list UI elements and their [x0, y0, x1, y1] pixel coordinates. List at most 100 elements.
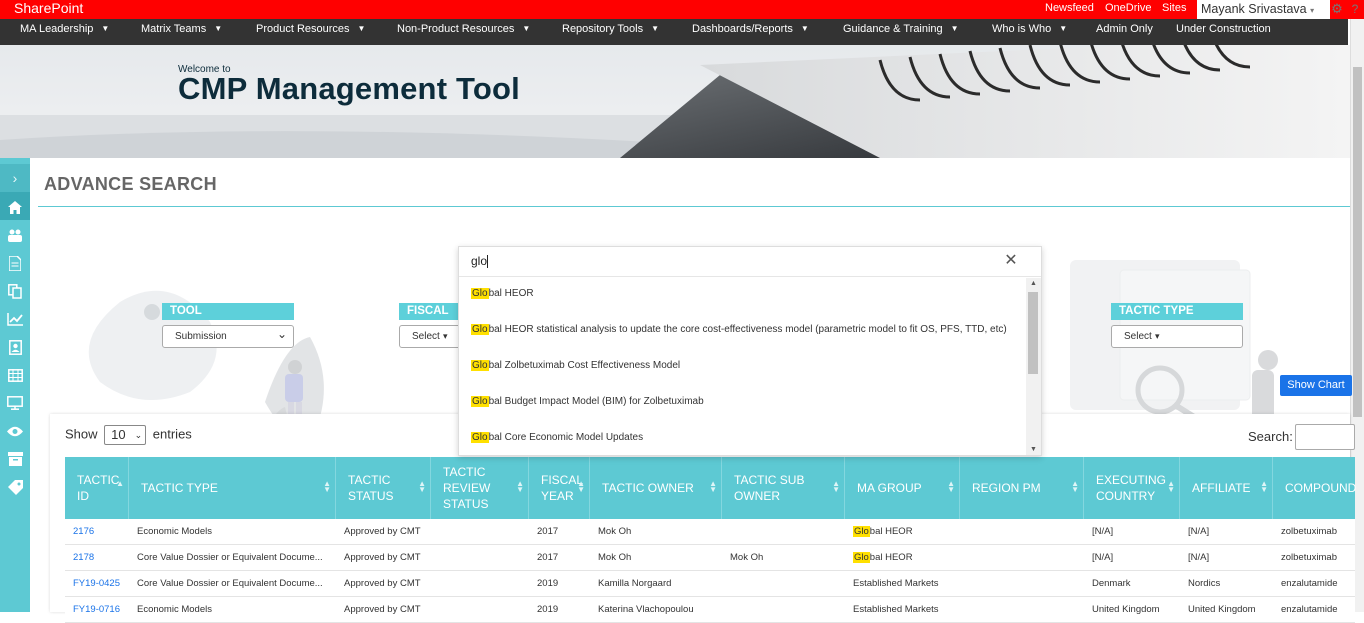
col-tactic-id[interactable]: TACTIC ID ▲ — [65, 457, 129, 519]
table-row[interactable]: FY19-0425 Core Value Dossier or Equivale… — [65, 571, 1355, 597]
top-navigation: MA Leadership ▼ Matrix Teams ▼ Product Res… — [0, 19, 1348, 45]
users-icon[interactable] — [0, 220, 30, 248]
table-icon[interactable] — [0, 360, 30, 388]
monitor-icon[interactable] — [0, 388, 30, 416]
user-menu[interactable]: Mayank Srivastava ▾ — [1197, 0, 1330, 19]
nav-product-resources[interactable]: Product Resources ▼ — [256, 19, 365, 40]
scroll-up-icon[interactable]: ▲ — [1026, 280, 1041, 287]
autocomplete-option[interactable]: Global Zolbetuximab Cost Effectiveness M… — [459, 348, 1025, 384]
archive-icon[interactable] — [0, 444, 30, 472]
tactic-id-link[interactable]: 2178 — [65, 545, 129, 571]
entries-label: entries — [152, 426, 192, 442]
nav-guidance-training[interactable]: Guidance & Training ▼ — [843, 19, 959, 40]
match-highlight: Glo — [471, 432, 489, 443]
ma-group-cell: Established Markets — [853, 578, 939, 589]
col-label: TACTIC TYPE — [141, 481, 218, 495]
tag-icon[interactable] — [0, 472, 30, 500]
col-region-pm[interactable]: REGION PM ▲ ▼ — [960, 457, 1084, 519]
close-icon[interactable]: ✕ — [1003, 253, 1019, 269]
nav-under-construction[interactable]: Under Construction — [1176, 19, 1271, 40]
col-tactic-owner[interactable]: TACTIC OWNER ▲ ▼ — [590, 457, 722, 519]
gear-icon[interactable]: ⚙ — [1328, 0, 1346, 19]
table-row[interactable]: 2176 Economic Models Approved by CMT 201… — [65, 519, 1355, 545]
help-icon[interactable]: ? — [1346, 0, 1364, 19]
scroll-down-icon[interactable]: ▼ — [1026, 446, 1041, 453]
search-query: glo — [471, 254, 488, 268]
sites-link[interactable]: Sites — [1162, 0, 1186, 17]
tactic-type-cell: Economic Models — [137, 604, 212, 615]
ma-group-cell: Established Markets — [853, 604, 939, 615]
autocomplete-option[interactable]: Global HEOR statistical analysis to upda… — [459, 312, 1025, 348]
affiliate-cell: United Kingdom — [1188, 604, 1256, 615]
col-fiscal-year[interactable]: FISCAL YEAR ▲ ▼ — [529, 457, 590, 519]
entries-select[interactable]: 10 ⌄ — [104, 425, 147, 445]
nav-matrix-teams[interactable]: Matrix Teams ▼ — [141, 19, 222, 40]
dropdown-icon: ▼ — [1059, 24, 1068, 33]
autocomplete-option[interactable]: Global Core Economic Model Updates — [459, 420, 1025, 456]
affiliate-cell: [N/A] — [1188, 526, 1210, 537]
executing-country-cell: United Kingdom — [1092, 604, 1160, 615]
autocomplete-scrollbar[interactable]: ▲ ▼ — [1026, 278, 1041, 455]
cell-text: bal HEOR — [869, 526, 913, 537]
show-entries-control: Show 10 ⌄ entries — [65, 425, 192, 445]
table-row[interactable]: FY19-0716 Economic Models Approved by CM… — [65, 597, 1355, 623]
dropdown-icon: ▼ — [522, 24, 531, 33]
dropdown-icon: ▼ — [357, 24, 366, 33]
col-tactic-type[interactable]: TACTIC TYPE ▲ ▼ — [129, 457, 336, 519]
tactic-id-link[interactable]: FY19-0716 — [65, 597, 129, 623]
autocomplete-option[interactable]: Global Budget Impact Model (BIM) for Zol… — [459, 384, 1025, 420]
nav-who-is-who[interactable]: Who is Who ▼ — [992, 19, 1067, 40]
sort-icon: ▲ ▼ — [577, 479, 585, 494]
dropdown-icon: ▼ — [950, 24, 959, 33]
col-executing-country[interactable]: EXECUTING COUNTRY ▲ ▼ — [1084, 457, 1180, 519]
option-text: bal Zolbetuximab Cost Effectiveness Mode… — [488, 360, 681, 371]
col-tactic-sub-owner[interactable]: TACTIC SUB OWNER ▲ ▼ — [722, 457, 845, 519]
dropdown-icon: ▼ — [651, 24, 660, 33]
nav-label: Under Construction — [1176, 23, 1271, 35]
sidebar-toggle-icon[interactable]: › — [0, 164, 30, 192]
tactic-owner-cell: Mok Oh — [598, 526, 632, 537]
tactic-type-filter-label: TACTIC TYPE — [1111, 303, 1243, 320]
nav-ma-leadership[interactable]: MA Leadership ▼ — [20, 19, 109, 40]
nav-non-product-resources[interactable]: Non-Product Resources ▼ — [397, 19, 530, 40]
chevron-down-icon: ⌄ — [276, 327, 287, 341]
autocomplete-search-input[interactable]: glo — [459, 247, 1041, 277]
contact-icon[interactable] — [0, 332, 30, 360]
col-compound[interactable]: COMPOUND — [1273, 457, 1356, 519]
nav-admin-only[interactable]: Admin Only — [1096, 19, 1153, 40]
document-icon[interactable] — [0, 248, 30, 276]
eye-icon[interactable] — [0, 416, 30, 444]
tool-select[interactable]: Submission ⌄ — [162, 325, 294, 348]
match-highlight: Glo — [853, 552, 870, 563]
user-name: Mayank Srivastava — [1201, 2, 1307, 16]
tactic-id-link[interactable]: FY19-0425 — [65, 571, 129, 597]
newsfeed-link[interactable]: Newsfeed — [1045, 0, 1094, 17]
sort-icon: ▲ ▼ — [1260, 479, 1268, 494]
nav-label: Repository Tools — [562, 23, 644, 35]
tactic-id-link[interactable]: 2176 — [65, 519, 129, 545]
nav-dashboards-reports[interactable]: Dashboards/Reports ▼ — [692, 19, 809, 40]
home-icon[interactable] — [0, 192, 30, 220]
compound-cell: enzalutamide — [1281, 578, 1338, 589]
col-ma-group[interactable]: MA GROUP ▲ ▼ — [845, 457, 960, 519]
col-label: TACTIC OWNER — [602, 481, 694, 495]
col-tactic-status[interactable]: TACTIC STATUS ▲ ▼ — [336, 457, 431, 519]
option-text: bal Budget Impact Model (BIM) for Zolbet… — [488, 396, 704, 407]
col-affiliate[interactable]: AFFILIATE ▲ ▼ — [1180, 457, 1273, 519]
autocomplete-option[interactable]: Global HEOR — [459, 276, 1025, 312]
chevron-down-icon: ⌄ — [134, 430, 143, 440]
onedrive-link[interactable]: OneDrive — [1105, 0, 1151, 17]
copy-icon[interactable] — [0, 276, 30, 304]
scrollbar-thumb[interactable] — [1353, 67, 1362, 417]
tactic-type-select[interactable]: Select ▾ — [1111, 325, 1243, 348]
table-search-input[interactable] — [1295, 424, 1355, 450]
tactic-review-status-cell — [431, 571, 529, 597]
col-tactic-review-status[interactable]: TACTIC REVIEW STATUS ▲ ▼ — [431, 457, 529, 519]
table-row[interactable]: 2178 Core Value Dossier or Equivalent Do… — [65, 545, 1355, 571]
sharepoint-brand[interactable]: SharePoint — [14, 0, 83, 17]
scrollbar-thumb[interactable] — [1028, 292, 1038, 374]
fiscal-year-cell: 2019 — [537, 578, 559, 589]
show-chart-button[interactable]: Show Chart — [1280, 375, 1352, 396]
nav-repository-tools[interactable]: Repository Tools ▼ — [562, 19, 659, 40]
chart-icon[interactable] — [0, 304, 30, 332]
